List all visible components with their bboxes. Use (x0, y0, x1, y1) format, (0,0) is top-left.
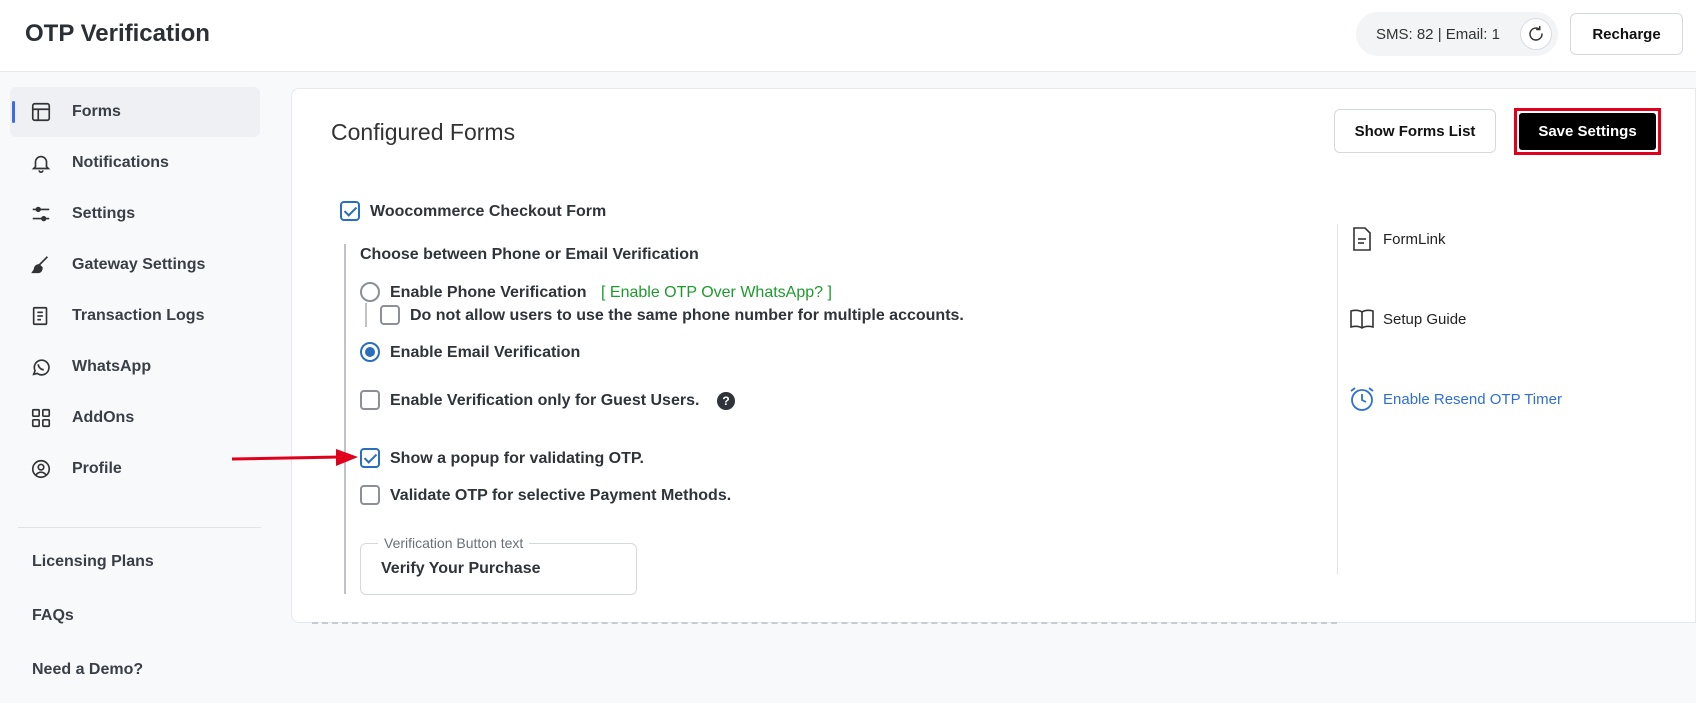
phone-verification-radio[interactable] (360, 282, 380, 302)
sidebar-item-label: WhatsApp (72, 358, 152, 375)
sidebar-item-label: AddOns (72, 409, 135, 426)
sidebar-item-notifications[interactable]: Notifications (10, 138, 260, 188)
formlink-link[interactable]: FormLink (1347, 224, 1446, 254)
grid-icon (28, 405, 54, 431)
refresh-icon (1529, 25, 1543, 41)
popup-otp-label: Show a popup for validating OTP. (390, 450, 644, 467)
guest-users-label: Enable Verification only for Guest Users… (390, 392, 700, 409)
guest-users-checkbox[interactable] (360, 390, 380, 410)
choose-verification-label: Choose between Phone or Email Verificati… (360, 246, 699, 263)
sidebar-item-label: Forms (72, 103, 121, 120)
email-verification-radio[interactable] (360, 342, 380, 362)
sidebar-divider (18, 527, 261, 528)
licensing-plans-link[interactable]: Licensing Plans (32, 553, 154, 571)
credits-text: SMS: 82 | Email: 1 (1376, 25, 1500, 43)
side-divider (1337, 224, 1338, 574)
whatsapp-otp-link[interactable]: [ Enable OTP Over WhatsApp? ] (601, 284, 832, 302)
field-legend: Verification Button text (378, 535, 530, 551)
receipt-icon (28, 303, 54, 329)
resend-otp-timer-label: Enable Resend OTP Timer (1383, 390, 1562, 408)
dashed-separator (312, 622, 1337, 624)
bell-icon (28, 150, 54, 176)
payment-methods-checkbox[interactable] (360, 485, 380, 505)
document-icon (1347, 224, 1377, 254)
app-title: OTP Verification (25, 20, 210, 47)
book-icon (1347, 304, 1377, 334)
forms-icon (28, 99, 54, 125)
sidebar-item-label: Profile (72, 460, 122, 477)
resend-otp-timer-link[interactable]: Enable Resend OTP Timer (1347, 384, 1562, 414)
sub-option-line (365, 303, 367, 327)
sidebar-item-label: Notifications (72, 154, 169, 171)
same-phone-checkbox[interactable] (380, 305, 400, 325)
section-divider-line (344, 244, 346, 594)
save-settings-button[interactable]: Save Settings (1519, 113, 1656, 150)
credits-badge: SMS: 82 | Email: 1 (1356, 12, 1558, 56)
sliders-icon (28, 201, 54, 227)
verification-button-text-field[interactable]: Verification Button text Verify Your Pur… (360, 535, 637, 595)
formlink-label: FormLink (1383, 230, 1446, 248)
annotation-arrow-icon (232, 449, 358, 466)
sidebar-item-label: Gateway Settings (72, 256, 206, 273)
sidebar-item-gateway-settings[interactable]: Gateway Settings (10, 240, 260, 290)
form-name-label: Woocommerce Checkout Form (370, 203, 607, 220)
configured-forms-panel: Configured Forms Show Forms List Save Se… (291, 88, 1696, 624)
recharge-button[interactable]: Recharge (1570, 13, 1683, 55)
sidebar-item-settings[interactable]: Settings (10, 189, 260, 239)
refresh-button[interactable] (1520, 18, 1552, 50)
user-circle-icon (28, 456, 54, 482)
sidebar-item-label: Settings (72, 205, 136, 222)
help-icon[interactable]: ? (717, 392, 735, 410)
sidebar-item-profile[interactable]: Profile (10, 444, 260, 494)
setup-guide-link[interactable]: Setup Guide (1347, 304, 1466, 334)
field-value: Verify Your Purchase (381, 560, 541, 577)
page-title: Configured Forms (331, 119, 516, 145)
sidebar: Forms Notifications Settings Gateway Set… (0, 73, 270, 703)
faqs-link[interactable]: FAQs (32, 607, 74, 625)
save-settings-highlight: Save Settings (1514, 108, 1661, 155)
sidebar-item-addons[interactable]: AddOns (10, 393, 260, 443)
sidebar-item-transaction-logs[interactable]: Transaction Logs (10, 291, 260, 341)
show-forms-list-button[interactable]: Show Forms List (1334, 109, 1496, 153)
setup-guide-label: Setup Guide (1383, 310, 1467, 328)
email-verification-label: Enable Email Verification (390, 344, 581, 361)
sidebar-item-label: Transaction Logs (72, 307, 205, 324)
phone-verification-label: Enable Phone Verification (390, 284, 587, 301)
payment-methods-label: Validate OTP for selective Payment Metho… (390, 487, 732, 504)
sidebar-item-whatsapp[interactable]: WhatsApp (10, 342, 260, 392)
alarm-clock-icon (1347, 384, 1377, 414)
brush-icon (28, 252, 54, 278)
top-bar: OTP Verification SMS: 82 | Email: 1 Rech… (0, 0, 1696, 72)
woocommerce-form-checkbox[interactable] (340, 201, 360, 221)
same-phone-label: Do not allow users to use the same phone… (410, 307, 964, 324)
sidebar-item-forms[interactable]: Forms (10, 87, 260, 137)
need-a-demo-link[interactable]: Need a Demo? (32, 661, 143, 679)
popup-otp-checkbox[interactable] (360, 448, 380, 468)
whatsapp-icon (28, 354, 54, 380)
